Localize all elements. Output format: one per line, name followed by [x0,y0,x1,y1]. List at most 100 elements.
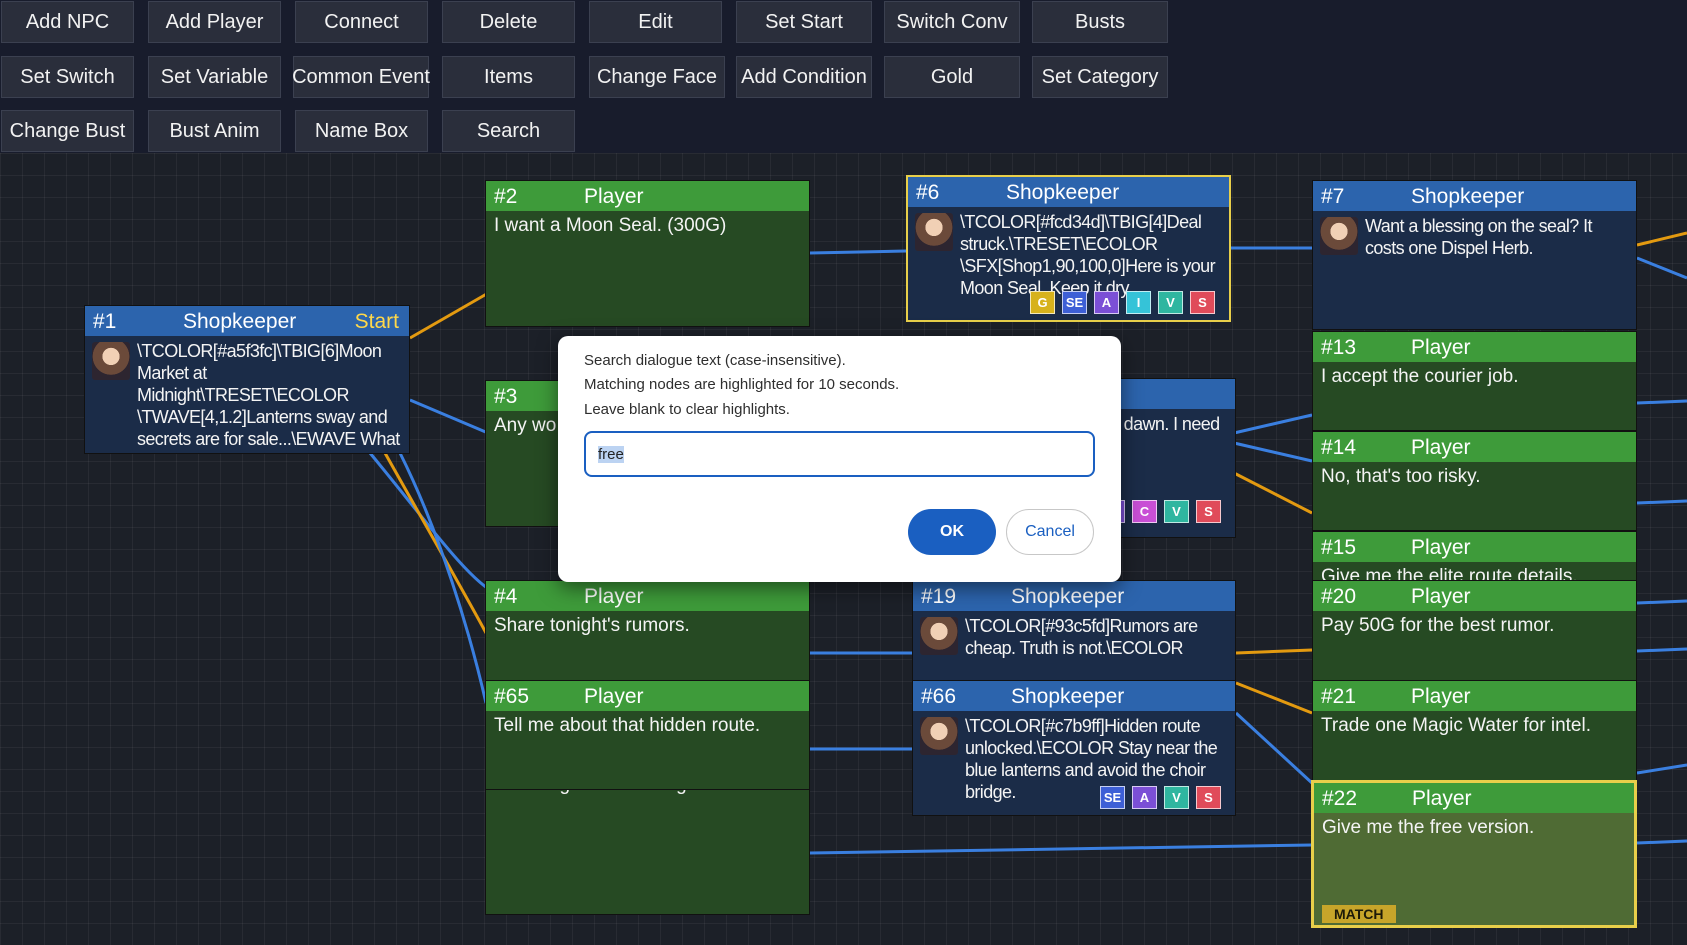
add-player-button[interactable]: Add Player [148,1,281,43]
busts-button[interactable]: Busts [1032,1,1168,43]
badge-variable: V [1164,500,1189,523]
badge-sound-effect: SE [1062,291,1087,314]
edit-button[interactable]: Edit [589,1,722,43]
node-speaker: Player [1411,436,1471,459]
link-1-3 [409,398,489,435]
face-portrait [92,342,130,380]
cancel-button[interactable]: Cancel [1006,509,1094,555]
link-1-2 [409,290,491,340]
link-mid-14 [1233,441,1313,463]
node-text: Share tonight's rumors. [494,615,690,636]
badge-animation: A [1132,786,1157,809]
node-speaker: Shopkeeper [183,310,297,333]
node-header: #7 Shopkeeper [1313,181,1636,211]
link-1-4b [383,452,488,634]
set-start-button[interactable]: Set Start [736,1,872,43]
add-condition-button[interactable]: Add Condition [736,56,872,98]
node-number: #22 [1322,787,1358,810]
gold-button[interactable]: Gold [884,56,1020,98]
node-header: #1 Shopkeeper Start [85,306,409,336]
search-text-input[interactable]: free [584,431,1095,477]
dialogue-node-7[interactable]: #7 Shopkeeper Want a blessing on the sea… [1312,180,1637,330]
node-text: I accept the courier job. [1321,366,1519,387]
dialogue-node-1[interactable]: #1 Shopkeeper Start \TCOLOR[#a5f3fc]\TBI… [84,305,410,454]
node-speaker: Player [584,685,644,708]
node-speaker: Shopkeeper [1411,185,1525,208]
node-speaker: Player [1412,787,1472,810]
node-header: #20 Player [1313,581,1636,611]
start-label: Start [354,310,399,333]
dialogue-node-21[interactable]: #21 Player Trade one Magic Water for int… [1312,680,1637,790]
search-dialog: Search dialogue text (case-insensitive).… [558,336,1121,582]
ok-button[interactable]: OK [908,509,996,555]
link-mid-13 [1233,413,1313,435]
set-category-button[interactable]: Set Category [1032,56,1168,98]
dialogue-node-22-match[interactable]: #22 Player Give me the free version. MAT… [1311,780,1637,928]
node-header: #22 Player [1314,783,1634,813]
node-badges: G SE A I V S [1030,291,1215,314]
node-header: #66 Shopkeeper [913,681,1235,711]
node-text: I want a Moon Seal. (300G) [494,215,727,236]
face-portrait [920,717,958,755]
dialogue-node-66[interactable]: #66 Shopkeeper \TCOLOR[#c7b9ff]Hidden ro… [912,680,1236,816]
badge-common-event: C [1132,500,1157,523]
node-number: #20 [1321,585,1357,608]
node-speaker: Shopkeeper [1011,585,1125,608]
node-speaker: Player [584,585,644,608]
node-number: #3 [494,385,518,408]
node-header: #6 Shopkeeper [908,177,1229,207]
link-66-22 [1234,711,1314,785]
face-portrait [1320,217,1358,255]
node-text: \TCOLOR[#fcd34d]\TBIG[4]Deal struck.\TRE… [960,212,1216,298]
set-variable-button[interactable]: Set Variable [148,56,281,98]
node-number: #19 [921,585,957,608]
toolbar: Add NPC Add Player Connect Delete Edit S… [0,0,1687,153]
node-number: #7 [1321,185,1345,208]
link-right-3 [1636,599,1687,605]
node-number: #14 [1321,436,1357,459]
link-hidden-22 [809,843,1313,855]
dialogue-node-2[interactable]: #2 Player I want a Moon Seal. (300G) [485,180,810,327]
add-npc-button[interactable]: Add NPC [1,1,134,43]
connect-button[interactable]: Connect [295,1,428,43]
dialogue-node-15[interactable]: #15 Player Give me the elite route detai… [1312,531,1637,581]
dialogue-node-hidden[interactable]: Not tonight. I'm leaving. [485,783,810,915]
badge-switch: S [1190,291,1215,314]
link-2-6 [809,249,907,255]
node-speaker: Player [584,185,644,208]
link-mid-15 [1233,471,1313,515]
items-button[interactable]: Items [442,56,575,98]
badge-gold: G [1030,291,1055,314]
node-speaker: Player [1411,536,1471,559]
bust-anim-button[interactable]: Bust Anim [148,110,281,152]
node-speaker: Shopkeeper [1006,181,1120,204]
node-speaker: Player [1411,585,1471,608]
link-right-5 [1636,763,1687,775]
common-event-button[interactable]: Common Event [292,56,430,98]
node-number: #13 [1321,336,1357,359]
face-portrait [920,617,958,655]
node-number: #1 [93,310,117,333]
switch-conv-button[interactable]: Switch Conv [884,1,1020,43]
node-badges: SE A V S [1100,786,1221,809]
change-bust-button[interactable]: Change Bust [1,110,134,152]
search-button[interactable]: Search [442,110,575,152]
dialogue-node-65[interactable]: #65 Player Tell me about that hidden rou… [485,680,810,790]
change-face-button[interactable]: Change Face [589,56,725,98]
node-header: #65 Player [486,681,809,711]
dialogue-node-19[interactable]: #19 Shopkeeper \TCOLOR[#93c5fd]Rumors ar… [912,580,1236,690]
name-box-button[interactable]: Name Box [295,110,428,152]
badge-switch: S [1196,786,1221,809]
dialogue-node-14[interactable]: #14 Player No, that's too risky. [1312,431,1637,531]
dialogue-node-20[interactable]: #20 Player Pay 50G for the best rumor. [1312,580,1637,690]
badge-sound-effect: SE [1100,786,1125,809]
dialogue-node-13[interactable]: #13 Player I accept the courier job. [1312,331,1637,431]
set-switch-button[interactable]: Set Switch [1,56,134,98]
node-number: #2 [494,185,518,208]
node-text: Tell me about that hidden route. [494,715,761,736]
badge-variable: V [1158,291,1183,314]
face-portrait [915,213,953,251]
node-header: #13 Player [1313,332,1636,362]
delete-button[interactable]: Delete [442,1,575,43]
dialogue-node-6[interactable]: #6 Shopkeeper \TCOLOR[#fcd34d]\TBIG[4]De… [906,175,1231,322]
